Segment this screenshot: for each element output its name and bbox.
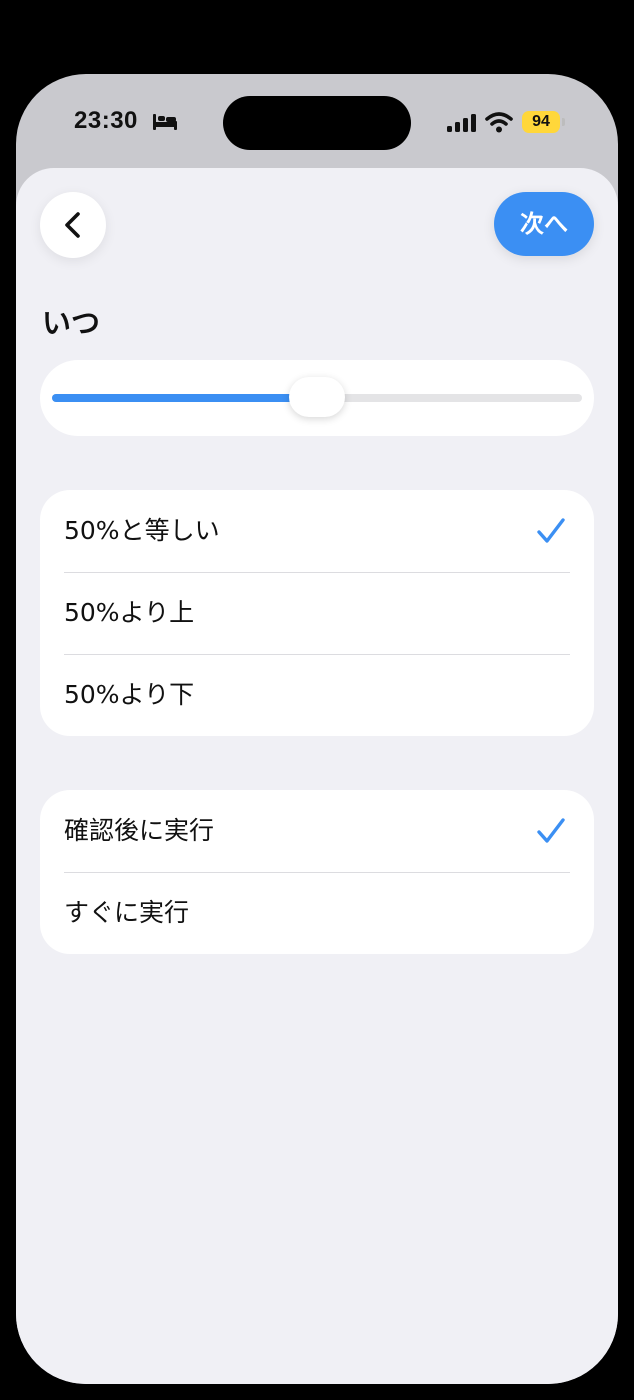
back-button[interactable] (40, 192, 106, 258)
slider-track[interactable] (52, 377, 582, 417)
chevron-left-icon (65, 212, 80, 238)
option-label: 50%より上 (64, 598, 195, 627)
dynamic-island (223, 96, 411, 150)
next-button[interactable]: 次へ (494, 192, 594, 256)
condition-options-list: 50%と等しい 50%より上 50%より下 (40, 490, 594, 736)
automation-sheet: 次へ いつ 50%と等しい 50%より上 50%より下 確認後に実行 すぐに実行 (16, 168, 618, 1384)
checkmark-icon (537, 518, 565, 543)
run-options-list: 確認後に実行 すぐに実行 (40, 790, 594, 954)
wifi-icon (485, 112, 513, 133)
status-time: 23:30 (74, 107, 138, 134)
checkmark-icon (537, 818, 565, 843)
battery-level: 94 (522, 111, 560, 133)
battery-tip (562, 118, 565, 126)
option-label: 50%より下 (64, 680, 195, 709)
slider-thumb[interactable] (289, 377, 345, 417)
section-title: いつ (42, 306, 101, 340)
cellular-signal-icon (447, 114, 476, 132)
status-bar: 23:30 94 (16, 74, 618, 168)
option-label: すぐに実行 (64, 898, 190, 927)
slider-card (40, 360, 594, 436)
run-option-immediately[interactable]: すぐに実行 (40, 872, 594, 954)
condition-option-below[interactable]: 50%より下 (40, 654, 594, 736)
sleep-bed-icon (153, 114, 177, 130)
run-option-ask-before[interactable]: 確認後に実行 (40, 790, 594, 872)
condition-option-equal[interactable]: 50%と等しい (40, 490, 594, 572)
slider-fill (52, 394, 317, 402)
option-label: 確認後に実行 (64, 816, 215, 845)
condition-option-above[interactable]: 50%より上 (40, 572, 594, 654)
phone-screen: 23:30 94 次へ いつ 50%と等しい 50%より上 50%より下 確認後… (16, 74, 618, 1384)
option-label: 50%と等しい (64, 516, 220, 545)
